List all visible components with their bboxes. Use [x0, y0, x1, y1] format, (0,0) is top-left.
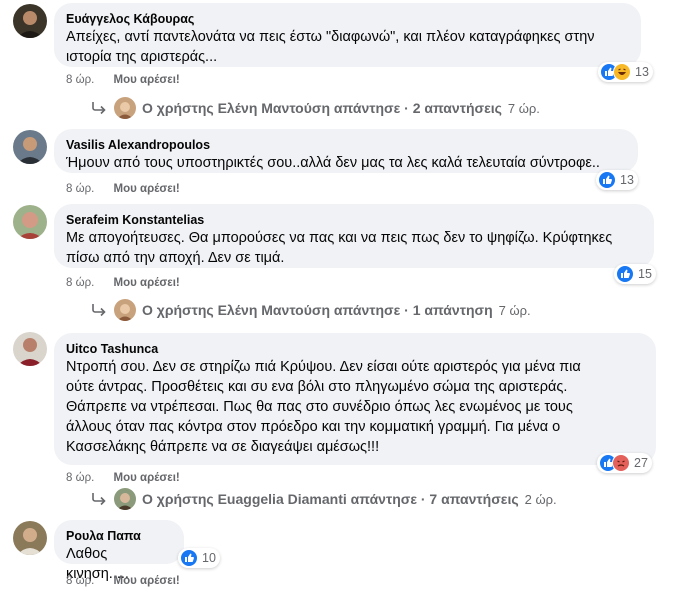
- reaction-count: 27: [634, 456, 648, 470]
- like-button[interactable]: Μου αρέσει!: [114, 74, 180, 86]
- reaction-summary[interactable]: 10: [178, 548, 220, 568]
- reaction-count: 10: [202, 551, 216, 565]
- comment-meta: 8 ώρ. Μου αρέσει!: [66, 276, 180, 290]
- comment-bubble: Ευάγγελος Κάβουρας Απείχες, αντί παντελο…: [54, 3, 641, 67]
- comment-time[interactable]: 8 ώρ.: [66, 183, 94, 195]
- avatar[interactable]: [13, 521, 47, 555]
- like-reaction-icon: [180, 549, 198, 567]
- comment-text: Απείχες, αντί παντελονάτα να πεις έστω "…: [66, 29, 595, 65]
- haha-reaction-icon: [613, 63, 631, 81]
- like-reaction-icon: [598, 171, 616, 189]
- reply-time: 2 ώρ.: [524, 491, 557, 507]
- avatar[interactable]: [13, 130, 47, 164]
- comment-author[interactable]: Vasilis Alexandropoulos: [66, 137, 626, 153]
- comment-text: Ντροπή σου. Δεν σε στηρίζω πιά Κρύψου. Δ…: [66, 359, 581, 455]
- comment-bubble: Vasilis Alexandropoulos Ήμουν από τους υ…: [54, 129, 638, 173]
- angry-reaction-icon: [612, 454, 630, 472]
- like-button[interactable]: Μου αρέσει!: [114, 183, 180, 195]
- reply-arrow-icon: [92, 493, 106, 506]
- comment-author[interactable]: Ρουλα Παπα: [66, 528, 172, 544]
- reaction-summary[interactable]: 13: [598, 62, 653, 82]
- avatar[interactable]: [13, 332, 47, 366]
- view-replies-link[interactable]: Ο χρήστης Euaggelia Diamanti απάντησε · …: [90, 487, 557, 511]
- comment-author[interactable]: Uitco Tashunca: [66, 341, 644, 357]
- comment-meta: 8 ώρ. Μου αρέσει!: [66, 73, 180, 87]
- comment-text: Ήμουν από τους υποστηρικτές σου..αλλά δε…: [66, 155, 600, 171]
- reaction-count: 15: [638, 267, 652, 281]
- reply-avatar: [114, 488, 136, 510]
- replies-summary: Ο χρήστης Euaggelia Diamanti απάντησε · …: [142, 491, 519, 507]
- reply-avatar: [114, 97, 136, 119]
- comment-meta: 8 ώρ. Μου αρέσει!: [66, 574, 180, 588]
- comment-time[interactable]: 8 ώρ.: [66, 472, 94, 484]
- like-button[interactable]: Μου αρέσει!: [114, 472, 180, 484]
- reaction-count: 13: [620, 173, 634, 187]
- comment-meta: 8 ώρ. Μου αρέσει!: [66, 471, 180, 485]
- reply-arrow-icon: [92, 304, 106, 317]
- reaction-summary[interactable]: 15: [614, 264, 656, 284]
- comment-bubble: Uitco Tashunca Ντροπή σου. Δεν σε στηρίζ…: [54, 333, 656, 465]
- comment-bubble: Ρουλα Παπα Λαθος κινηση.....: [54, 520, 184, 582]
- replies-summary: Ο χρήστης Ελένη Μαντούση απάντησε · 1 απ…: [142, 302, 493, 318]
- replies-summary: Ο χρήστης Ελένη Μαντούση απάντησε · 2 απ…: [142, 100, 502, 116]
- avatar[interactable]: [13, 205, 47, 239]
- like-button[interactable]: Μου αρέσει!: [114, 277, 180, 289]
- reaction-count: 13: [635, 65, 649, 79]
- comment-time[interactable]: 8 ώρ.: [66, 74, 94, 86]
- view-replies-link[interactable]: Ο χρήστης Ελένη Μαντούση απάντησε · 2 απ…: [90, 96, 540, 120]
- comment-time[interactable]: 8 ώρ.: [66, 277, 94, 289]
- reaction-summary[interactable]: 13: [596, 170, 638, 190]
- comment-author[interactable]: Ευάγγελος Κάβουρας: [66, 11, 629, 27]
- reply-time: 7 ώρ.: [507, 100, 540, 116]
- view-replies-link[interactable]: Ο χρήστης Ελένη Μαντούση απάντησε · 1 απ…: [90, 298, 531, 322]
- comment-author[interactable]: Serafeim Konstantelias: [66, 212, 642, 228]
- reaction-summary[interactable]: 27: [597, 453, 652, 473]
- comment-bubble: Serafeim Konstantelias Με απογοήτευσες. …: [54, 204, 654, 268]
- like-reaction-icon: [616, 265, 634, 283]
- reply-avatar: [114, 299, 136, 321]
- like-button[interactable]: Μου αρέσει!: [114, 575, 180, 587]
- avatar[interactable]: [13, 4, 47, 38]
- reply-time: 7 ώρ.: [498, 302, 531, 318]
- comment-meta: 8 ώρ. Μου αρέσει!: [66, 182, 180, 196]
- reply-arrow-icon: [92, 102, 106, 115]
- comment-time[interactable]: 8 ώρ.: [66, 575, 94, 587]
- comment-text: Με απογοήτευσες. Θα μπορούσες να πας και…: [66, 230, 613, 266]
